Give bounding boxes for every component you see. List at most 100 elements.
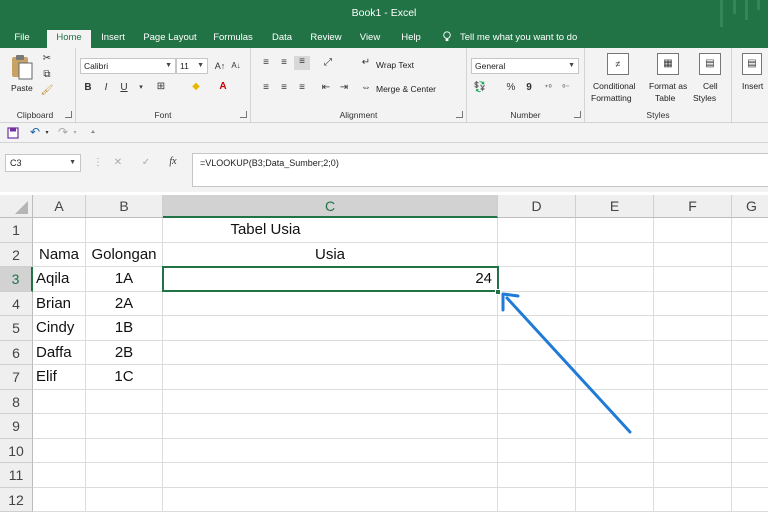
cell-styles-label-1[interactable]: Cell (703, 81, 718, 91)
decrease-indent-icon[interactable]: ⇤ (319, 82, 333, 94)
percent-button[interactable]: % (505, 82, 517, 94)
enter-icon[interactable]: ✓ (140, 157, 152, 169)
number-launcher-icon[interactable] (574, 111, 581, 118)
annotation-arrow-icon (501, 292, 632, 434)
wrap-text-button[interactable]: Wrap Text (376, 60, 414, 70)
title-decoration (745, 0, 748, 20)
spreadsheet-grid: A B C D E F G 1 2 3 4 5 6 7 8 9 10 11 12… (0, 195, 768, 512)
clipboard-group: Paste ✂ ⧉ 🖌 Clipboard (0, 48, 76, 123)
cancel-icon[interactable]: ✕ (112, 157, 124, 169)
chevron-down-icon[interactable]: ▾ (43, 127, 51, 139)
window-title: Book1 - Excel (351, 7, 417, 19)
wrap-text-icon[interactable]: ↵ (359, 57, 373, 69)
format-painter-icon[interactable]: 🖌 (40, 85, 54, 97)
top-align-icon[interactable]: ≡ (259, 57, 273, 69)
increase-decimal-icon[interactable]: ⁺⁰ (541, 82, 555, 94)
title-decoration (720, 0, 723, 27)
decrease-font-icon[interactable]: A↓ (230, 60, 242, 72)
alignment-group: ≡ ≡ ≡ ⤢ ↵ Wrap Text ≡ ≡ ≡ ⇤ ⇥ ⇔ Merge & … (251, 48, 467, 123)
format-as-table-label-1[interactable]: Format as (649, 81, 687, 91)
chevron-down-icon[interactable]: ▾ (71, 127, 79, 139)
chevron-down-icon: ▼ (165, 62, 172, 69)
name-box[interactable]: C3 ▼ (5, 154, 81, 172)
conditional-formatting-icon[interactable]: ≠ (607, 53, 629, 75)
tab-data[interactable]: Data (268, 30, 296, 48)
title-decoration (733, 0, 736, 14)
copy-icon[interactable]: ⧉ (40, 69, 54, 81)
tab-home[interactable]: Home (47, 30, 91, 48)
middle-align-icon[interactable]: ≡ (277, 57, 291, 69)
styles-label: Styles (646, 110, 670, 120)
styles-group: ≠ Conditional Formatting ▦ Format as Tab… (585, 48, 732, 123)
ribbon-tabs: File Home Insert Page Layout Formulas Da… (0, 27, 768, 48)
number-label: Number (510, 110, 541, 120)
tab-formulas[interactable]: Formulas (208, 30, 258, 48)
customize-qat-icon[interactable]: ⩡ (88, 127, 98, 139)
save-icon[interactable] (7, 127, 19, 139)
paste-label[interactable]: Paste (11, 83, 33, 93)
font-name-value: Calibri (84, 61, 109, 71)
title-bar: Book1 - Excel (0, 0, 768, 27)
align-left-icon[interactable]: ≡ (259, 82, 273, 94)
cells-group: ▤ Insert (732, 48, 768, 123)
fill-color-icon[interactable]: ◆ (189, 81, 203, 93)
number-format-combo[interactable]: General ▼ (471, 58, 579, 74)
chevron-down-icon: ▼ (568, 62, 575, 69)
comma-style-button[interactable]: 9 (523, 82, 535, 94)
insert-cells-label[interactable]: Insert (742, 81, 763, 91)
conditional-formatting-label-2[interactable]: Formatting (591, 93, 632, 103)
font-label: Font (154, 110, 172, 120)
alignment-label: Alignment (339, 110, 378, 120)
merge-center-icon[interactable]: ⇔ (359, 82, 373, 94)
italic-button[interactable]: I (100, 82, 112, 94)
orientation-icon[interactable]: ⤢ (321, 57, 335, 69)
tab-view[interactable]: View (354, 30, 386, 48)
tab-help[interactable]: Help (396, 30, 426, 48)
increase-font-icon[interactable]: A↑ (214, 60, 226, 72)
formula-bar: C3 ▼ ⋮ ✕ ✓ fx =VLOOKUP(B3;Data_Sumber;2;0… (0, 143, 768, 192)
font-group: Calibri ▼ 11 ▼ A↑ A↓ B I U ▾ ⊞ ◆ A Font (76, 48, 251, 123)
bold-button[interactable]: B (82, 82, 94, 94)
formula-input[interactable]: =VLOOKUP(B3;Data_Sumber;2;0) (192, 153, 768, 187)
conditional-formatting-label-1[interactable]: Conditional (593, 81, 636, 91)
undo-icon[interactable]: ↶ (28, 126, 42, 138)
tab-insert[interactable]: Insert (96, 30, 130, 48)
bottom-align-icon[interactable]: ≡ (294, 56, 310, 70)
quick-access-toolbar: ↶ ▾ ↷ ▾ ⩡ (0, 123, 768, 143)
underline-button[interactable]: U (118, 82, 130, 94)
lightbulb-icon (443, 31, 451, 42)
ribbon: Paste ✂ ⧉ 🖌 Clipboard Calibri ▼ 11 ▼ A↑ A↓… (0, 48, 768, 123)
cell-styles-icon[interactable]: ▤ (699, 53, 721, 75)
align-center-icon[interactable]: ≡ (277, 82, 291, 94)
font-size-combo[interactable]: 11 ▼ (176, 58, 208, 74)
merge-center-button[interactable]: Merge & Center (376, 84, 436, 94)
name-box-value: C3 (10, 158, 22, 168)
format-as-table-icon[interactable]: ▦ (657, 53, 679, 75)
font-name-combo[interactable]: Calibri ▼ (80, 58, 176, 74)
chevron-down-icon[interactable]: ▾ (136, 82, 146, 94)
chevron-down-icon: ▼ (197, 62, 204, 69)
alignment-launcher-icon[interactable] (456, 111, 463, 118)
cut-icon[interactable]: ✂ (40, 53, 54, 65)
font-launcher-icon[interactable] (240, 111, 247, 118)
format-as-table-label-2[interactable]: Table (655, 93, 675, 103)
number-group: General ▼ 💱 % 9 ⁺⁰ ⁰⁻ Number (467, 48, 585, 123)
insert-cells-icon[interactable]: ▤ (742, 53, 762, 75)
decrease-decimal-icon[interactable]: ⁰⁻ (559, 82, 573, 94)
clipboard-launcher-icon[interactable] (65, 111, 72, 118)
tab-review[interactable]: Review (306, 30, 346, 48)
align-right-icon[interactable]: ≡ (295, 82, 309, 94)
clipboard-label: Clipboard (16, 110, 54, 120)
paste-icon[interactable] (9, 54, 35, 82)
borders-icon[interactable]: ⊞ (154, 81, 168, 93)
currency-icon[interactable]: 💱 (472, 82, 488, 94)
tell-me-box[interactable]: Tell me what you want to do (442, 30, 577, 46)
formula-bar-grip[interactable]: ⋮ (93, 157, 103, 169)
redo-icon[interactable]: ↷ (56, 126, 70, 138)
tab-page-layout[interactable]: Page Layout (140, 30, 200, 48)
insert-function-button[interactable]: fx (166, 156, 180, 168)
font-color-icon[interactable]: A (216, 81, 230, 93)
cell-styles-label-2[interactable]: Styles (693, 93, 716, 103)
increase-indent-icon[interactable]: ⇥ (337, 82, 351, 94)
tab-file[interactable]: File (8, 30, 36, 48)
